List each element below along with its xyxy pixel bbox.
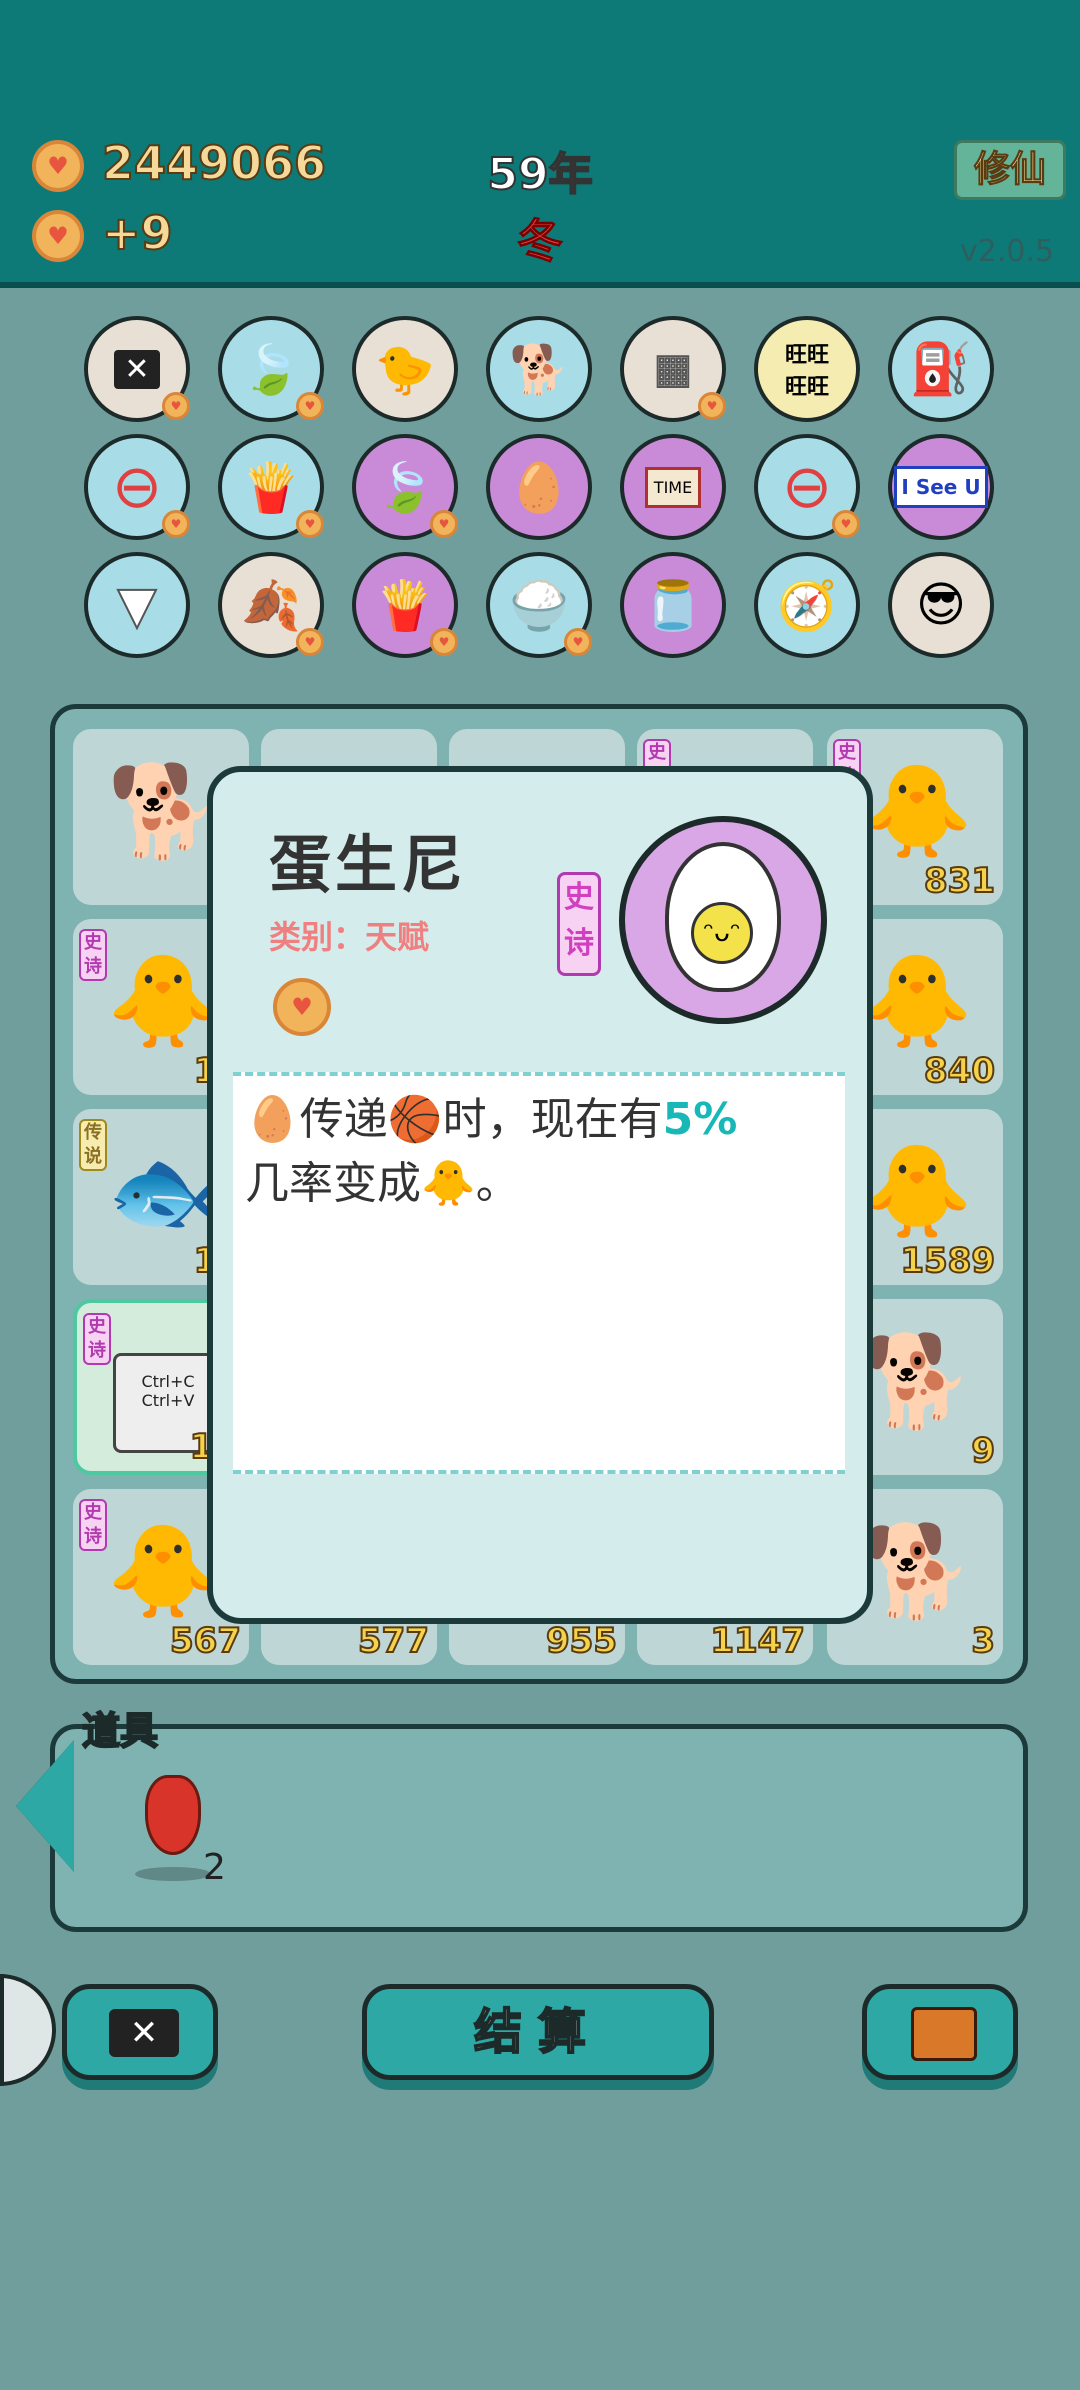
fries-icon[interactable]: 🍟 ♥ — [352, 552, 458, 658]
remove-button[interactable]: ✕ — [62, 1984, 218, 2080]
egg-icon: ᵔᴗᵔ — [665, 842, 781, 992]
egg-chick-icon: 🐥 — [107, 949, 220, 1054]
yolk-face: ᵔᴗᵔ — [691, 902, 753, 964]
leaf-icon[interactable]: 🍂 ♥ — [218, 552, 324, 658]
coin-total: 2449066 — [101, 135, 327, 191]
desc-text: 。 — [475, 1158, 520, 1209]
desc-text: 时，现在有 — [442, 1094, 663, 1145]
symbol-title: 蛋生尼 — [269, 828, 468, 901]
chick-icon[interactable]: 🐤 — [352, 316, 458, 422]
cell-value: 3 — [970, 1620, 996, 1662]
husky-icon[interactable]: 🐕 — [486, 316, 592, 422]
items-label: 道具 — [81, 1708, 159, 1754]
egg-icon[interactable]: 🥚 — [486, 434, 592, 540]
leaf-icon[interactable]: 🍃 ♥ — [352, 434, 458, 540]
symbol-inventory: ✕ ♥ 🍃 ♥ 🐤 🐕 ▦ ♥ 旺旺 旺旺 ⛽ ⊖ ♥ 🍟 ♥ 🍃 ♥ 🥚 TIME ⊖ ♥ I… — [0, 288, 1080, 672]
ctrl-c-text: Ctrl+C — [141, 1372, 195, 1391]
rarity-tag: 史诗 — [557, 872, 601, 976]
milk-jar-icon[interactable]: 🫙 — [620, 552, 726, 658]
fries-icon[interactable]: 🍟 ♥ — [218, 434, 324, 540]
symbol-detail-modal: 蛋生尼 类别：天赋 ♥ 史诗 ᵔᴗᵔ 🥚传递🏀时，现在有5% 几率变成🐥。 — [207, 766, 873, 1624]
egg-chick-icon: 🐥 — [861, 759, 974, 864]
cell-value: 567 — [169, 1620, 242, 1662]
cultivate-button[interactable]: 修仙 — [954, 140, 1066, 200]
coin-gain: +9 — [101, 205, 174, 261]
version-label: v2.0.5 — [960, 234, 1055, 269]
close-card-icon: ✕ — [109, 2009, 179, 2057]
items-panel: 2 — [50, 1724, 1028, 1932]
isee-u-icon[interactable]: I See U — [888, 434, 994, 540]
avatar[interactable] — [0, 1974, 56, 2086]
husky-icon: 🐕 — [107, 759, 220, 864]
egg-chick-icon: 🐥 — [861, 1139, 974, 1244]
desc-text: 几率变成 — [245, 1158, 421, 1209]
sunglasses-cat-icon[interactable]: 😎 — [888, 552, 994, 658]
pump-icon[interactable]: ⛽ — [888, 316, 994, 422]
egg-chick-icon: 🐥 — [107, 1519, 220, 1624]
symbol-category: 类别：天赋 — [269, 918, 430, 956]
skirt-icon[interactable]: ▼ — [84, 552, 190, 658]
briefcase-button[interactable] — [862, 1984, 1018, 2080]
scroll-left-arrow[interactable] — [16, 1740, 74, 1872]
desc-text: 传递 — [299, 1094, 388, 1145]
husky-icon: 🐕 — [861, 1519, 974, 1624]
ctrl-v-text: Ctrl+V — [141, 1391, 195, 1410]
symbol-description: 🥚传递🏀时，现在有5% 几率变成🐥。 — [245, 1088, 835, 1216]
top-status-bar: ♥ 2449066 ♥ +9 59年 冬 修仙 v2.0.5 — [0, 0, 1080, 288]
cell-value: 577 — [357, 1620, 430, 1662]
egg-chick-icon: 🐥 — [861, 949, 974, 1054]
legend-tag: 传说 — [79, 1119, 107, 1171]
ban-icon[interactable]: ⊖ ♥ — [754, 434, 860, 540]
coin-icon: ♥ — [273, 978, 331, 1036]
cell-value: 1589 — [899, 1240, 996, 1282]
cell-value: 1147 — [709, 1620, 806, 1662]
ban-icon[interactable]: ⊖ ♥ — [84, 434, 190, 540]
husky-icon: 🐕 — [861, 1329, 974, 1434]
koi-fish-icon: 🐟 — [107, 1139, 220, 1244]
coin-icon: ♥ — [32, 140, 84, 192]
wang-tiles-icon[interactable]: 旺旺 旺旺 — [754, 316, 860, 422]
leaf-icon[interactable]: 🍃 ♥ — [218, 316, 324, 422]
egg-chick-icon: 🐥 — [421, 1158, 476, 1209]
rice-bowl-icon[interactable]: 🍚 ♥ — [486, 552, 592, 658]
sugar-cube-icon[interactable]: ▦ ♥ — [620, 316, 726, 422]
coin-gain-icon: ♥ — [32, 210, 84, 262]
symbol-description-box: 🥚传递🏀时，现在有5% 几率变成🐥。 — [233, 1072, 845, 1474]
season-label: 冬 — [517, 214, 564, 269]
year-label: 59年 — [486, 148, 593, 201]
item-count: 2 — [203, 1847, 226, 1888]
cell-value: 840 — [923, 1050, 996, 1092]
epic-tag: 史诗 — [79, 1499, 107, 1551]
chili-pepper-icon — [145, 1775, 201, 1855]
symbol-portrait: ᵔᴗᵔ — [619, 816, 827, 1024]
settle-button[interactable]: 结算 — [362, 1984, 714, 2080]
basketball-icon: 🏀 — [387, 1094, 443, 1145]
epic-tag: 史诗 — [83, 1313, 111, 1365]
egg-icon: 🥚 — [245, 1094, 300, 1145]
briefcase-icon — [911, 2007, 977, 2061]
desc-percent: 5% — [662, 1094, 738, 1145]
item-shadow — [135, 1867, 211, 1881]
cell-value: 955 — [545, 1620, 618, 1662]
epic-tag: 史诗 — [79, 929, 107, 981]
remove-card-icon[interactable]: ✕ ♥ — [84, 316, 190, 422]
compass-icon[interactable]: 🧭 — [754, 552, 860, 658]
cell-value: 9 — [970, 1430, 996, 1472]
time-magazine-icon[interactable]: TIME — [620, 434, 726, 540]
cell-value: 831 — [923, 860, 996, 902]
